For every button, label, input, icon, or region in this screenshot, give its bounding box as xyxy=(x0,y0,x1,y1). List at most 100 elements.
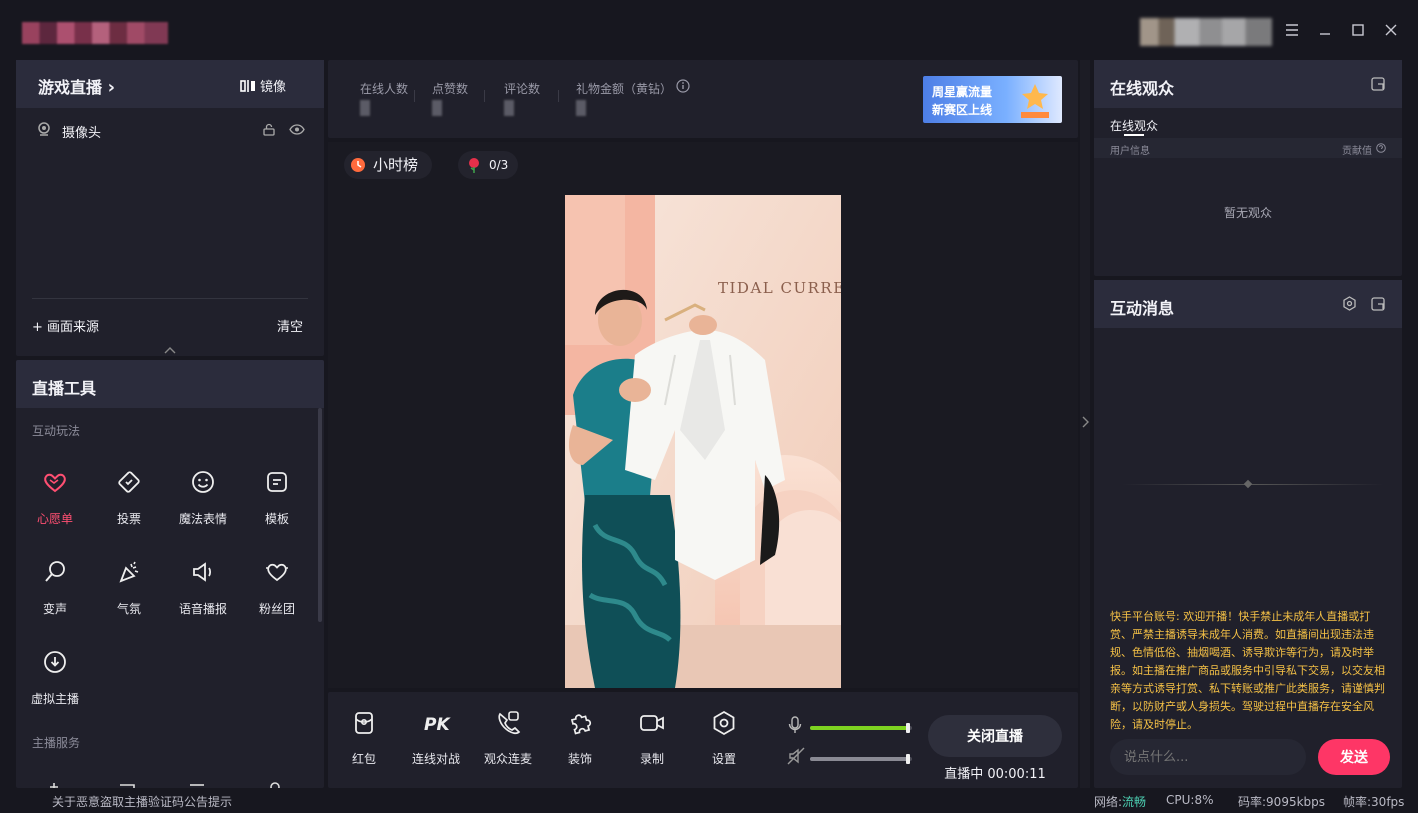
tool-virtual-anchor-label: 虚拟主播 xyxy=(30,692,79,706)
unlock-icon[interactable] xyxy=(263,123,275,136)
hamburger-icon[interactable] xyxy=(1280,18,1304,42)
section-anchor-service-label: 主播服务 xyxy=(32,736,81,750)
column-user-info: 用户信息 xyxy=(1110,146,1150,157)
hour-rank-chip[interactable]: 小时榜 xyxy=(344,151,432,179)
mirror-button[interactable]: 镜像 xyxy=(240,76,286,95)
column-contribution: 贡献值 xyxy=(1342,146,1372,157)
heart-wish-icon xyxy=(44,473,66,493)
camera-icon xyxy=(38,122,50,136)
audience-panel-header: 在线观众 xyxy=(1094,60,1402,108)
download-circle-icon xyxy=(44,651,66,673)
microphone-icon[interactable] xyxy=(788,716,802,734)
promo-banner-line1: 周星赢流量 xyxy=(932,85,993,99)
live-mode-title[interactable]: 游戏直播 › xyxy=(38,74,115,98)
speaker-volume-knob[interactable] xyxy=(906,754,910,764)
source-panel: 游戏直播 › 镜像 摄像头 + 画面来源 清空 xyxy=(16,60,324,356)
tool-fan-club[interactable]: 粉丝团 xyxy=(240,558,314,638)
pk-battle-label: 连线对战 xyxy=(411,752,460,766)
tool-voice-change[interactable]: 变声 xyxy=(18,558,92,638)
tool-wishlist[interactable]: 心愿单 xyxy=(18,468,92,548)
call-icon xyxy=(498,711,521,735)
right-panel-toggle[interactable] xyxy=(1080,60,1090,788)
messages-divider xyxy=(1122,484,1384,485)
app-logo xyxy=(22,22,168,44)
stat-online-value xyxy=(360,100,370,116)
security-notice-link[interactable]: 关于恶意盗取主播验证码公告提示 xyxy=(52,793,232,810)
popout-icon[interactable] xyxy=(1371,297,1385,311)
close-icon[interactable] xyxy=(1379,18,1403,42)
interactive-messages-panel: 互动消息 快手平台账号: 欢迎开播！快手禁止未成年人直播或打赏、严禁主播诱导未成… xyxy=(1094,280,1402,788)
settings-icon xyxy=(713,710,735,736)
audience-mic-label: 观众连麦 xyxy=(483,752,532,766)
bitrate: 码率:9095kbps xyxy=(1238,795,1326,809)
status-bar: 关于恶意盗取主播验证码公告提示 网络:流畅 CPU:8% 码率:9095kbps… xyxy=(0,788,1418,813)
online-audience-panel: 在线观众 在线观众 用户信息 贡献值 暂无观众 xyxy=(1094,60,1402,276)
speaker-icon xyxy=(193,562,212,582)
chevron-right-icon xyxy=(1082,416,1089,428)
mic-volume-fill xyxy=(810,726,910,730)
anchor-service-icons-partial xyxy=(50,778,290,788)
clock-icon xyxy=(351,158,365,172)
speaker-volume-fill xyxy=(810,757,910,761)
pk-battle-button[interactable]: PK 连线对战 xyxy=(401,710,471,767)
add-source-button[interactable]: + 画面来源 xyxy=(32,316,99,335)
source-panel-header: 游戏直播 › 镜像 xyxy=(16,60,324,108)
network-value: 流畅 xyxy=(1122,795,1147,809)
help-icon[interactable] xyxy=(1376,143,1386,153)
gear-icon[interactable] xyxy=(1342,296,1357,311)
clear-sources-button[interactable]: 清空 xyxy=(277,316,303,335)
popout-icon[interactable] xyxy=(1371,77,1385,91)
chat-input[interactable] xyxy=(1110,739,1306,775)
maximize-icon[interactable] xyxy=(1346,18,1370,42)
tool-template-label: 模板 xyxy=(264,512,289,526)
live-tools-title: 直播工具 xyxy=(32,379,97,398)
audience-mic-button[interactable]: 观众连麦 xyxy=(473,710,543,767)
decoration-label: 装饰 xyxy=(567,752,592,766)
minimize-icon[interactable] xyxy=(1313,18,1337,42)
tab-active-indicator xyxy=(1124,134,1144,136)
tool-template[interactable]: 模板 xyxy=(240,468,314,548)
eye-icon[interactable] xyxy=(289,124,305,135)
decoration-button[interactable]: 装饰 xyxy=(545,710,615,767)
source-item-camera[interactable]: 摄像头 xyxy=(16,116,324,144)
red-packet-button[interactable]: 红包 xyxy=(329,710,399,767)
promo-banner-line2: 新赛区上线 xyxy=(932,103,993,117)
speaker-muted-icon[interactable] xyxy=(787,747,805,765)
user-account-avatar[interactable] xyxy=(1140,18,1272,46)
send-button[interactable]: 发送 xyxy=(1318,739,1390,775)
trophy-star-icon xyxy=(1021,84,1049,118)
tool-atmosphere[interactable]: 气氛 xyxy=(92,558,166,638)
promo-banner[interactable]: 周星赢流量 新赛区上线 xyxy=(923,76,1062,123)
mic-volume-slider[interactable] xyxy=(810,723,912,733)
tool-voice-broadcast[interactable]: 语音播报 xyxy=(166,558,240,638)
tool-virtual-anchor[interactable]: 虚拟主播 xyxy=(18,648,92,728)
speaker-volume-slider[interactable] xyxy=(810,754,912,764)
messages-panel-header: 互动消息 xyxy=(1094,280,1402,328)
settings-label: 设置 xyxy=(711,752,736,766)
tools-scrollbar[interactable] xyxy=(318,408,322,622)
info-icon[interactable] xyxy=(676,79,690,93)
chevron-up-icon[interactable] xyxy=(164,346,176,354)
vote-icon xyxy=(118,471,140,493)
rose-counter-chip[interactable]: 0/3 xyxy=(458,151,518,179)
stat-likes-value xyxy=(432,100,442,116)
tool-vote[interactable]: 投票 xyxy=(92,468,166,548)
mirror-label: 镜像 xyxy=(260,80,287,95)
source-item-label: 摄像头 xyxy=(62,126,102,141)
tool-atmosphere-label: 气氛 xyxy=(116,602,141,616)
live-preview-stage: 小时榜 0/3 TIDAL CURRENT xyxy=(328,142,1078,688)
mic-volume-knob[interactable] xyxy=(906,723,910,733)
settings-button[interactable]: 设置 xyxy=(689,710,759,767)
stats-panel: 在线人数 点赞数 评论数 礼物金额（黄钻） 周星赢流量 新赛区上线 xyxy=(328,60,1078,138)
stat-comments-value xyxy=(504,100,514,116)
record-button[interactable]: 录制 xyxy=(617,710,687,767)
smile-icon xyxy=(192,471,214,493)
audience-empty-state: 暂无观众 xyxy=(1223,206,1272,220)
platform-notice-message: 快手平台账号: 欢迎开播！快手禁止未成年人直播或打赏、严禁主播诱导未成年人消费。… xyxy=(1110,610,1385,731)
audience-panel-title: 在线观众 xyxy=(1110,79,1175,98)
tab-online-audience[interactable]: 在线观众 xyxy=(1110,117,1158,134)
tool-fan-club-label: 粉丝团 xyxy=(258,602,295,616)
record-label: 录制 xyxy=(639,752,664,766)
end-live-button[interactable]: 关闭直播 xyxy=(928,715,1062,757)
tool-magic-emoji[interactable]: 魔法表情 xyxy=(166,468,240,548)
